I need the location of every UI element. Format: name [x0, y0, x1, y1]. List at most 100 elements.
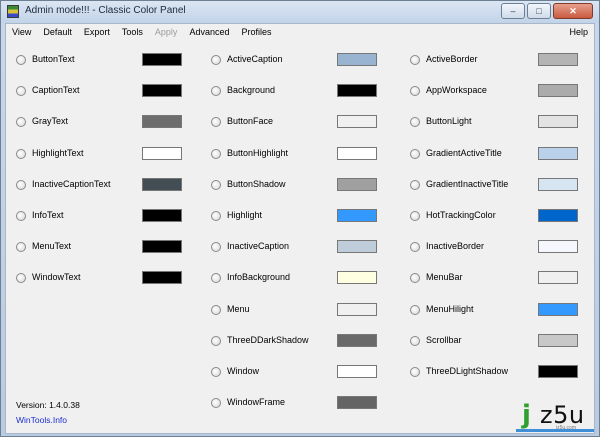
color-row-buttonhighlight[interactable]: ButtonHighlight — [209, 140, 379, 171]
color-swatch[interactable] — [538, 208, 578, 222]
close-button[interactable]: ✕ — [553, 3, 593, 19]
maximize-button[interactable]: □ — [527, 3, 551, 19]
color-row-threedlightshadow[interactable]: ThreeDLightShadow — [408, 358, 580, 389]
color-radio[interactable] — [211, 335, 221, 346]
color-swatch[interactable] — [142, 53, 182, 66]
color-swatch[interactable] — [337, 302, 377, 316]
color-swatch[interactable] — [538, 364, 578, 378]
color-swatch[interactable] — [142, 271, 182, 285]
color-row-gradientactivetitle[interactable]: GradientActiveTitle — [408, 140, 580, 171]
color-row-windowtext[interactable]: WindowText — [14, 264, 184, 295]
color-row-infotext[interactable]: InfoText — [14, 202, 184, 233]
color-radio[interactable] — [16, 242, 26, 253]
color-swatch[interactable] — [337, 364, 377, 378]
color-row-activecaption[interactable]: ActiveCaption — [209, 46, 379, 77]
color-swatch[interactable] — [538, 146, 578, 160]
color-swatch[interactable] — [538, 177, 578, 191]
color-radio[interactable] — [16, 210, 26, 221]
color-swatch[interactable] — [142, 177, 182, 191]
color-swatch[interactable] — [538, 271, 578, 285]
color-radio[interactable] — [16, 148, 26, 159]
color-radio[interactable] — [211, 304, 221, 315]
color-swatch[interactable] — [142, 84, 182, 98]
color-swatch[interactable] — [142, 146, 182, 160]
color-radio[interactable] — [410, 242, 420, 253]
color-radio[interactable] — [410, 304, 420, 315]
color-swatch[interactable] — [142, 115, 182, 129]
color-swatch[interactable] — [538, 240, 578, 254]
menu-profiles[interactable]: Profiles — [235, 24, 277, 41]
color-row-windowframe[interactable]: WindowFrame — [209, 389, 379, 420]
color-radio[interactable] — [16, 55, 26, 65]
color-radio[interactable] — [211, 242, 221, 253]
color-radio[interactable] — [16, 86, 26, 97]
color-row-menuhilight[interactable]: MenuHilight — [408, 296, 580, 327]
color-swatch[interactable] — [337, 53, 377, 66]
color-row-activeborder[interactable]: ActiveBorder — [408, 46, 580, 77]
color-radio[interactable] — [410, 179, 420, 190]
color-row-window[interactable]: Window — [209, 358, 379, 389]
color-row-inactivecaption[interactable]: InactiveCaption — [209, 233, 379, 264]
color-radio[interactable] — [211, 273, 221, 284]
color-radio[interactable] — [16, 273, 26, 284]
color-row-inactivecaptiontext[interactable]: InactiveCaptionText — [14, 171, 184, 202]
color-radio[interactable] — [410, 273, 420, 284]
color-row-inactiveborder[interactable]: InactiveBorder — [408, 233, 580, 264]
menu-view[interactable]: View — [6, 24, 37, 41]
color-row-highlight[interactable]: Highlight — [209, 202, 379, 233]
color-swatch[interactable] — [337, 396, 377, 410]
color-radio[interactable] — [211, 148, 221, 159]
color-swatch[interactable] — [337, 115, 377, 129]
color-radio[interactable] — [211, 117, 221, 128]
color-row-appworkspace[interactable]: AppWorkspace — [408, 77, 580, 108]
menu-default[interactable]: Default — [37, 24, 78, 41]
color-row-background[interactable]: Background — [209, 77, 379, 108]
color-radio[interactable] — [410, 366, 420, 377]
title-bar[interactable]: Admin mode!!! - Classic Color Panel – □ … — [1, 1, 599, 23]
color-swatch[interactable] — [142, 240, 182, 254]
color-swatch[interactable] — [142, 208, 182, 222]
color-radio[interactable] — [410, 86, 420, 97]
color-row-buttonface[interactable]: ButtonFace — [209, 108, 379, 139]
color-row-graytext[interactable]: GrayText — [14, 108, 184, 139]
color-swatch[interactable] — [538, 84, 578, 98]
color-row-buttonshadow[interactable]: ButtonShadow — [209, 171, 379, 202]
color-swatch[interactable] — [337, 177, 377, 191]
color-swatch[interactable] — [337, 333, 377, 347]
color-radio[interactable] — [211, 210, 221, 221]
color-radio[interactable] — [211, 86, 221, 97]
color-radio[interactable] — [16, 117, 26, 128]
menu-advanced[interactable]: Advanced — [183, 24, 235, 41]
color-row-gradientinactivetitle[interactable]: GradientInactiveTitle — [408, 171, 580, 202]
menu-export[interactable]: Export — [78, 24, 116, 41]
color-swatch[interactable] — [337, 208, 377, 222]
menu-help[interactable]: Help — [569, 24, 588, 41]
color-radio[interactable] — [211, 55, 221, 65]
color-swatch[interactable] — [538, 53, 578, 66]
color-radio[interactable] — [410, 55, 420, 65]
color-radio[interactable] — [410, 335, 420, 346]
color-row-menutext[interactable]: MenuText — [14, 233, 184, 264]
menu-tools[interactable]: Tools — [116, 24, 149, 41]
color-swatch[interactable] — [538, 115, 578, 129]
color-row-infobackground[interactable]: InfoBackground — [209, 264, 379, 295]
color-swatch[interactable] — [337, 146, 377, 160]
color-swatch[interactable] — [337, 84, 377, 98]
color-swatch[interactable] — [538, 333, 578, 347]
wintools-link[interactable]: WinTools.Info — [16, 415, 67, 425]
color-swatch[interactable] — [337, 271, 377, 285]
color-swatch[interactable] — [538, 302, 578, 316]
color-radio[interactable] — [410, 148, 420, 159]
color-row-buttontext[interactable]: ButtonText — [14, 46, 184, 77]
color-swatch[interactable] — [337, 240, 377, 254]
color-radio[interactable] — [410, 210, 420, 221]
color-radio[interactable] — [211, 179, 221, 190]
color-row-highlighttext[interactable]: HighlightText — [14, 140, 184, 171]
color-row-threeddarkshadow[interactable]: ThreeDDarkShadow — [209, 327, 379, 358]
color-radio[interactable] — [211, 398, 221, 409]
color-row-menubar[interactable]: MenuBar — [408, 264, 580, 295]
color-row-captiontext[interactable]: CaptionText — [14, 77, 184, 108]
color-row-buttonlight[interactable]: ButtonLight — [408, 108, 580, 139]
color-row-scrollbar[interactable]: Scrollbar — [408, 327, 580, 358]
color-row-menu[interactable]: Menu — [209, 296, 379, 327]
